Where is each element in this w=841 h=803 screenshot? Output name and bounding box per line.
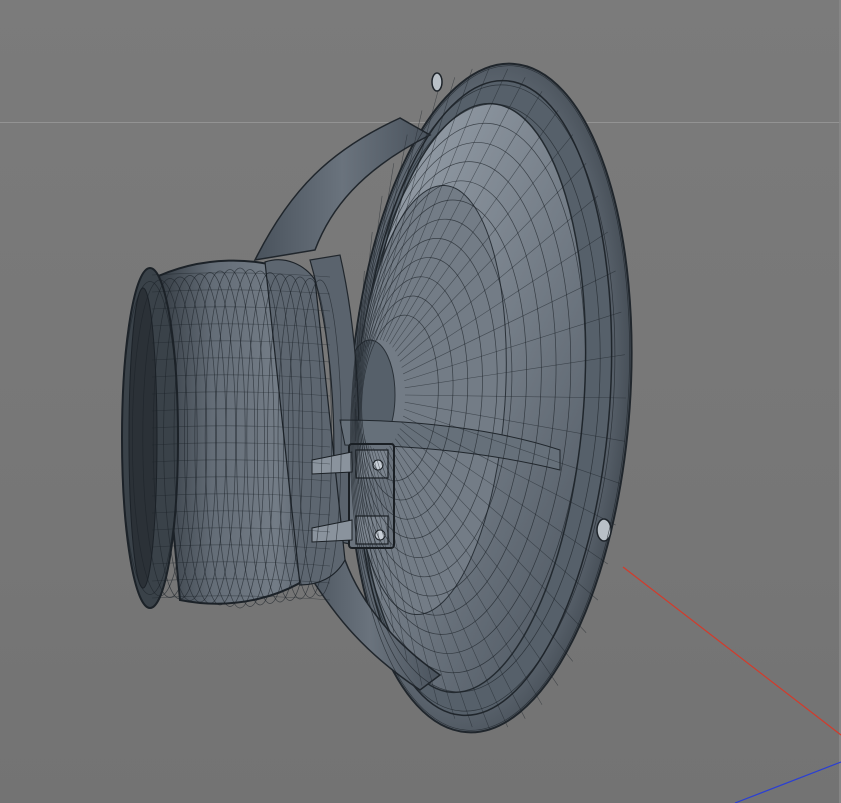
speaker-wireframe-render[interactable] <box>0 0 841 803</box>
3d-viewport[interactable] <box>0 0 841 803</box>
x-axis-line <box>622 566 841 736</box>
z-axis-line <box>734 761 841 803</box>
world-axes <box>622 566 841 803</box>
magnet-assembly <box>121 259 346 609</box>
